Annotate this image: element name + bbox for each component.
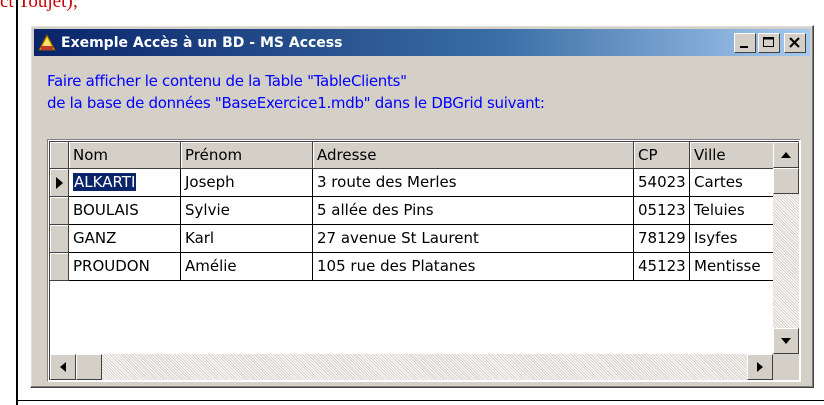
access-app-icon bbox=[38, 33, 56, 50]
scrollbar-corner bbox=[773, 354, 799, 380]
vertical-scroll-thumb[interactable] bbox=[773, 168, 799, 194]
window-controls bbox=[734, 33, 806, 53]
title-bar[interactable]: Exemple Accès à un BD - MS Access bbox=[34, 29, 810, 56]
arrow-left-icon bbox=[60, 362, 66, 372]
horizontal-scrollbar[interactable] bbox=[50, 354, 773, 380]
cell-prenom[interactable]: Amélie bbox=[181, 253, 313, 281]
arrow-right-icon bbox=[757, 362, 763, 372]
maximize-icon bbox=[763, 37, 774, 47]
header-corner bbox=[50, 142, 69, 169]
cell-adresse[interactable]: 5 allée des Pins bbox=[313, 197, 634, 225]
cell-ville[interactable]: Teluies bbox=[690, 197, 780, 225]
cell-cp[interactable]: 45123 bbox=[634, 253, 690, 281]
column-header-cp[interactable]: CP bbox=[634, 142, 690, 169]
arrow-down-icon bbox=[781, 338, 791, 344]
cell-cp[interactable]: 05123 bbox=[634, 197, 690, 225]
cell-cp[interactable]: 54023 bbox=[634, 169, 690, 197]
cell-prenom[interactable]: Joseph bbox=[181, 169, 313, 197]
dbgrid[interactable]: Nom Prénom Adresse CP Ville ALKARTI Jose… bbox=[47, 139, 801, 382]
cell-ville[interactable]: Isyfes bbox=[690, 225, 780, 253]
row-indicator[interactable] bbox=[50, 197, 69, 225]
cell-nom[interactable]: GANZ bbox=[69, 225, 181, 253]
cell-cp[interactable]: 78129 bbox=[634, 225, 690, 253]
scroll-right-button[interactable] bbox=[747, 354, 773, 380]
close-icon bbox=[789, 37, 800, 48]
arrow-up-icon bbox=[781, 152, 791, 158]
cell-nom[interactable]: BOULAIS bbox=[69, 197, 181, 225]
frame-left-border bbox=[16, 0, 18, 405]
row-indicator[interactable] bbox=[50, 225, 69, 253]
cell-ville[interactable]: Cartes bbox=[690, 169, 780, 197]
column-header-ville[interactable]: Ville bbox=[690, 142, 780, 169]
maximize-button[interactable] bbox=[758, 33, 780, 53]
minimize-button[interactable] bbox=[734, 33, 756, 53]
cell-adresse[interactable]: 27 avenue St Laurent bbox=[313, 225, 634, 253]
vertical-scrollbar[interactable] bbox=[773, 142, 799, 354]
frame-bottom-border bbox=[16, 400, 824, 401]
column-header-adresse[interactable]: Adresse bbox=[313, 142, 634, 169]
column-header-prenom[interactable]: Prénom bbox=[181, 142, 313, 169]
scroll-up-button[interactable] bbox=[773, 142, 799, 168]
cell-prenom[interactable]: Sylvie bbox=[181, 197, 313, 225]
window-title: Exemple Accès à un BD - MS Access bbox=[61, 34, 343, 51]
row-indicator-current[interactable] bbox=[50, 169, 69, 197]
dbgrid-viewport: Nom Prénom Adresse CP Ville ALKARTI Jose… bbox=[49, 141, 799, 380]
cell-nom[interactable]: ALKARTI bbox=[69, 169, 181, 197]
access-window: Exemple Accès à un BD - MS Access Faire … bbox=[30, 25, 814, 388]
instructions-line-1: Faire afficher le contenu de la Table "T… bbox=[47, 72, 407, 90]
close-button[interactable] bbox=[784, 33, 806, 53]
column-header-nom[interactable]: Nom bbox=[69, 142, 181, 169]
cell-adresse[interactable]: 105 rue des Platanes bbox=[313, 253, 634, 281]
current-row-arrow-icon bbox=[56, 177, 63, 189]
cell-prenom[interactable]: Karl bbox=[181, 225, 313, 253]
horizontal-scroll-thumb[interactable] bbox=[76, 354, 102, 380]
row-indicator[interactable] bbox=[50, 253, 69, 281]
cell-adresse[interactable]: 3 route des Merles bbox=[313, 169, 634, 197]
scroll-left-button[interactable] bbox=[50, 354, 76, 380]
page: ct Toujet); Exemple Accès à un BD - MS A… bbox=[0, 0, 824, 405]
instructions-line-2: de la base de données "BaseExercice1.mdb… bbox=[47, 94, 545, 112]
scroll-down-button[interactable] bbox=[773, 328, 799, 354]
selected-cell-text: ALKARTI bbox=[73, 173, 137, 191]
cell-nom[interactable]: PROUDON bbox=[69, 253, 181, 281]
instructions-label: Faire afficher le contenu de la Table "T… bbox=[47, 70, 545, 114]
minimize-icon bbox=[740, 46, 748, 48]
code-fragment-text: ct Toujet); bbox=[0, 0, 78, 12]
cell-ville[interactable]: Mentisse bbox=[690, 253, 780, 281]
